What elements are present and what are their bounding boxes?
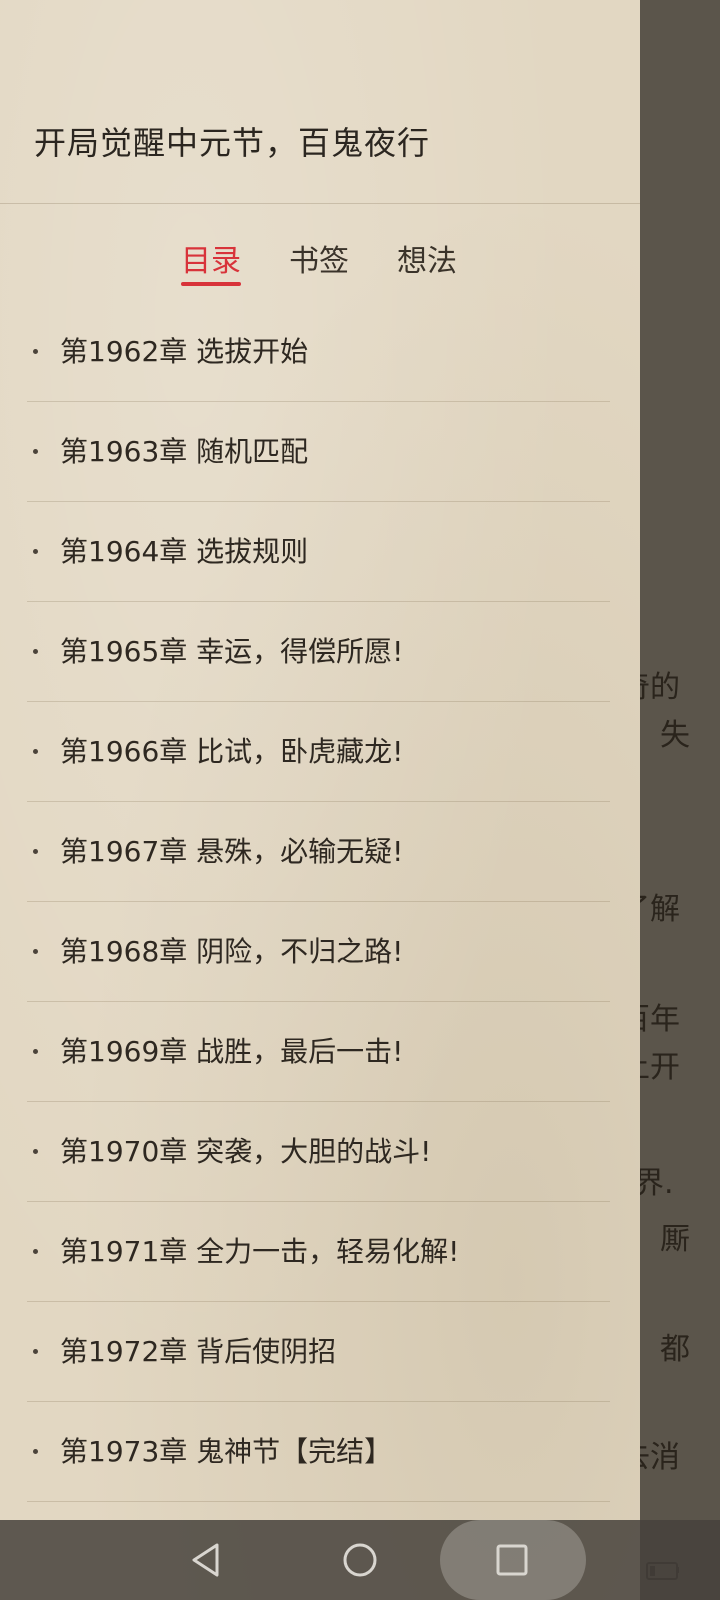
- chapter-title: 第1963章 随机匹配: [60, 435, 309, 468]
- bullet-icon: [33, 1449, 38, 1454]
- bullet-icon: [33, 849, 38, 854]
- drawer-tabs: 目录 书签 想法: [0, 236, 640, 296]
- tab-bookmarks[interactable]: 书签: [289, 236, 349, 280]
- bullet-icon: [33, 1049, 38, 1054]
- chapter-title: 第1969章 战胜，最后一击!: [60, 1035, 404, 1068]
- chapter-item[interactable]: 第1971章 全力一击，轻易化解!: [0, 1202, 640, 1302]
- bullet-icon: [33, 549, 38, 554]
- chapter-item[interactable]: 第1972章 背后使阴招: [0, 1302, 640, 1402]
- chapter-item[interactable]: 第1973章 鬼神节【完结】: [0, 1402, 640, 1502]
- chapter-title: 第1971章 全力一击，轻易化解!: [60, 1235, 460, 1268]
- reader-text-line: 都: [660, 1332, 690, 1367]
- divider: [27, 1501, 610, 1502]
- chapter-item[interactable]: 第1963章 随机匹配: [0, 402, 640, 502]
- chapter-item[interactable]: 第1967章 悬殊，必输无疑!: [0, 802, 640, 902]
- triangle-back-icon: [192, 1543, 219, 1577]
- chapter-list: 第1962章 选拔开始 第1963章 随机匹配 第1964章 选拔规则 第196…: [0, 302, 640, 1502]
- chapter-title: 第1967章 悬殊，必输无疑!: [60, 835, 404, 868]
- toc-drawer: 开局觉醒中元节，百鬼夜行 目录 书签 想法 第1962章 选拔开始 第1963章…: [0, 0, 640, 1600]
- bullet-icon: [33, 649, 38, 654]
- square-recent-icon: [496, 1544, 528, 1576]
- chapter-title: 第1968章 阴险，不归之路!: [60, 935, 404, 968]
- back-button[interactable]: [170, 1520, 242, 1600]
- chapter-item[interactable]: 第1966章 比试，卧虎藏龙!: [0, 702, 640, 802]
- bullet-icon: [33, 749, 38, 754]
- recent-apps-button[interactable]: [476, 1520, 548, 1600]
- tab-contents[interactable]: 目录: [181, 236, 241, 280]
- bullet-icon: [33, 949, 38, 954]
- chapter-item[interactable]: 第1969章 战胜，最后一击!: [0, 1002, 640, 1102]
- reader-text-line: 失: [660, 718, 690, 753]
- chapter-item[interactable]: 第1970章 突袭，大胆的战斗!: [0, 1102, 640, 1202]
- active-tab-indicator: [181, 282, 241, 286]
- chapter-title: 第1970章 突袭，大胆的战斗!: [60, 1135, 432, 1168]
- chapter-item[interactable]: 第1965章 幸运，得偿所愿!: [0, 602, 640, 702]
- circle-home-icon: [343, 1543, 377, 1577]
- chapter-item[interactable]: 第1962章 选拔开始: [0, 302, 640, 402]
- chapter-title: 第1972章 背后使阴招: [60, 1335, 337, 1368]
- home-button[interactable]: [324, 1520, 396, 1600]
- tab-thoughts[interactable]: 想法: [397, 236, 457, 280]
- chapter-title: 第1964章 选拔规则: [60, 535, 309, 568]
- bullet-icon: [33, 1349, 38, 1354]
- bullet-icon: [33, 449, 38, 454]
- chapter-title: 第1973章 鬼神节【完结】: [60, 1435, 393, 1468]
- chapter-title: 第1962章 选拔开始: [60, 335, 309, 368]
- book-title: 开局觉醒中元节，百鬼夜行: [34, 124, 431, 162]
- bullet-icon: [33, 1249, 38, 1254]
- chapter-item[interactable]: 第1964章 选拔规则: [0, 502, 640, 602]
- divider: [0, 203, 640, 204]
- bullet-icon: [33, 1149, 38, 1154]
- chapter-title: 第1966章 比试，卧虎藏龙!: [60, 735, 404, 768]
- bullet-icon: [33, 349, 38, 354]
- chapter-title: 第1965章 幸运，得偿所愿!: [60, 635, 404, 668]
- reader-text-line: 厮: [660, 1222, 690, 1257]
- chapter-item[interactable]: 第1968章 阴险，不归之路!: [0, 902, 640, 1002]
